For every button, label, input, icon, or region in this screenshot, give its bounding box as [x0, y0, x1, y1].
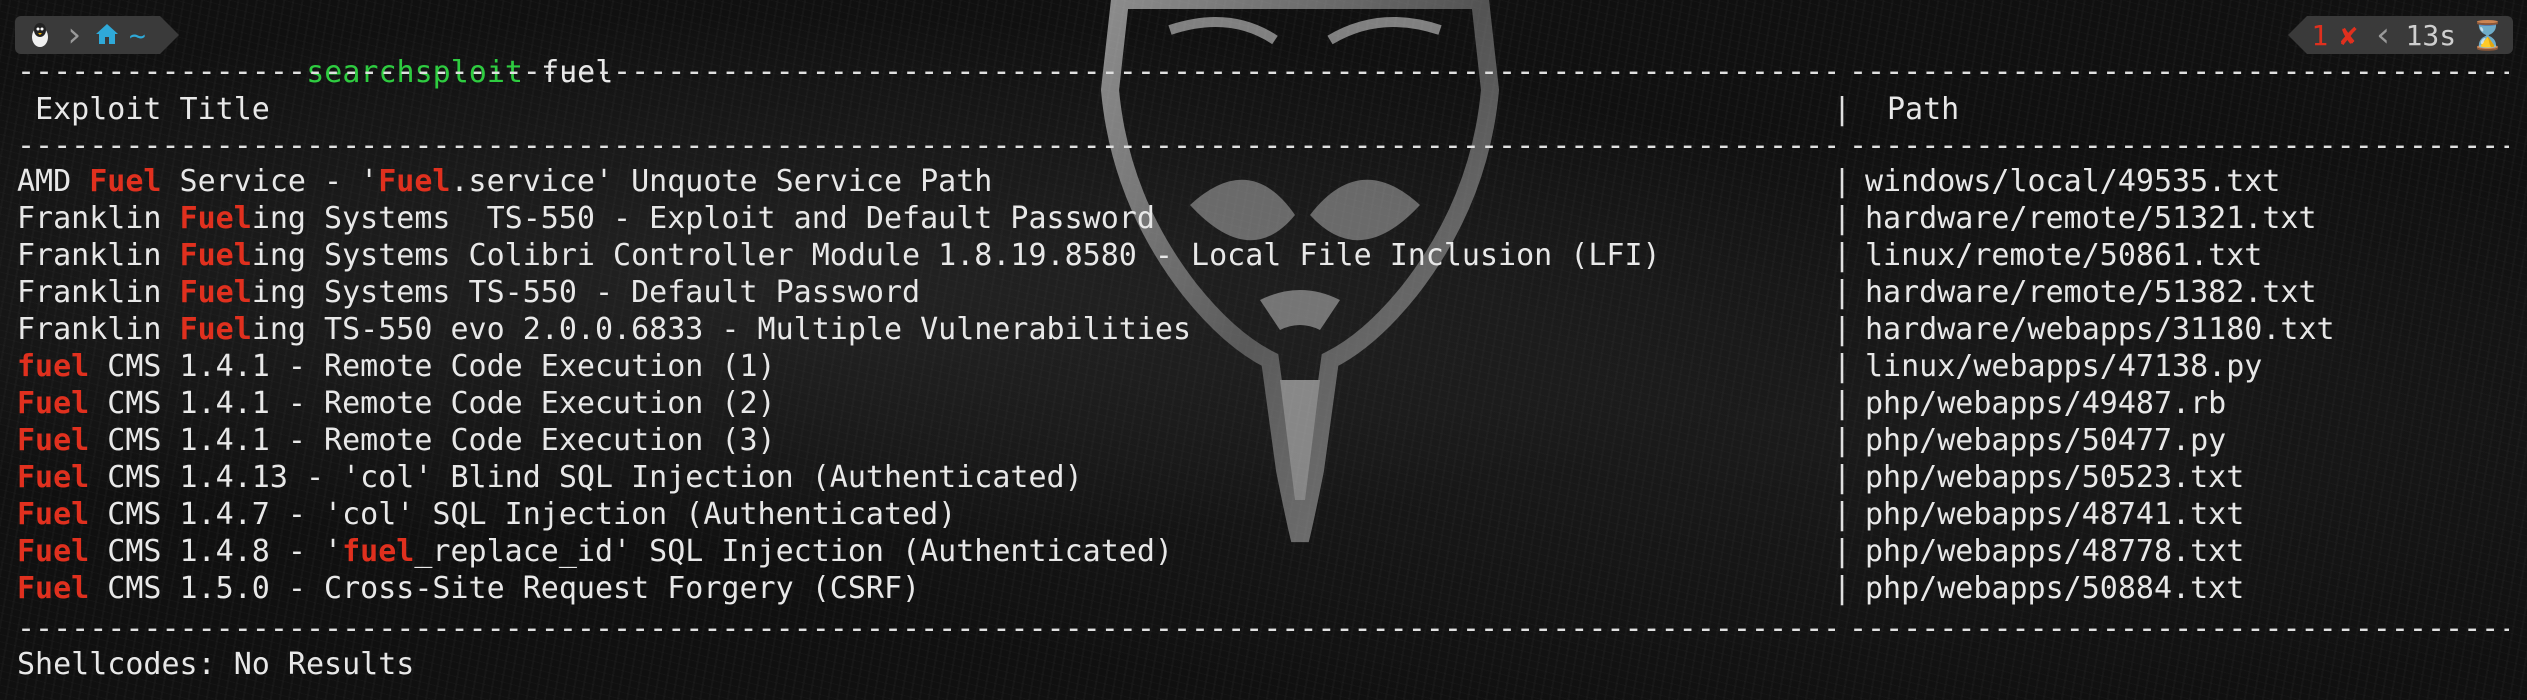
- x-icon: ✘: [2340, 18, 2358, 52]
- search-term-highlight: Fuel: [17, 571, 90, 606]
- title-text: Franklin: [17, 238, 180, 273]
- header-bottom-rule-path: ----------------------------------------…: [1849, 128, 2509, 163]
- header-top-rule-path: ----------------------------------------…: [1849, 54, 2509, 89]
- search-term-highlight: Fuel: [17, 386, 90, 421]
- search-term-highlight: fuel: [17, 349, 90, 384]
- exploit-path[interactable]: php/webapps/50884.txt: [1865, 571, 2244, 607]
- title-text: _replace_id' SQL Injection (Authenticate…: [414, 534, 1173, 569]
- directory-label: ~: [129, 18, 146, 52]
- column-separator: |: [1833, 497, 1852, 532]
- title-text: Franklin: [17, 201, 180, 236]
- column-separator: |: [1833, 534, 1852, 569]
- exploit-path[interactable]: php/webapps/50523.txt: [1865, 460, 2244, 496]
- column-separator: |: [1833, 460, 1852, 495]
- title-text: CMS 1.4.7 - 'col' SQL Injection (Authent…: [89, 497, 957, 532]
- exit-status-code: 1: [2311, 18, 2329, 52]
- chevron-left-icon: ‹: [2365, 15, 2402, 55]
- search-term-highlight: Fuel: [17, 460, 90, 495]
- column-separator: |: [1833, 423, 1852, 458]
- column-separator: |: [1833, 386, 1852, 421]
- table-row: Franklin Fueling Systems Colibri Control…: [17, 238, 1661, 274]
- search-term-highlight: Fuel: [179, 275, 252, 310]
- column-separator: |: [1833, 275, 1852, 310]
- header-top-rule: ----------------------------------------…: [17, 54, 1835, 89]
- title-text: CMS 1.4.1 - Remote Code Execution (1): [89, 349, 776, 384]
- exploit-path[interactable]: php/webapps/48741.txt: [1865, 497, 2244, 533]
- exploit-path[interactable]: php/webapps/48778.txt: [1865, 534, 2244, 570]
- column-separator: |: [1833, 92, 1852, 127]
- title-text: Franklin: [17, 275, 180, 310]
- segment-tip: [159, 16, 179, 54]
- table-row: Fuel CMS 1.4.7 - 'col' SQL Injection (Au…: [17, 497, 956, 533]
- column-separator: |: [1833, 238, 1852, 273]
- column-header-title: Exploit Title: [17, 92, 270, 128]
- right-prompt-segments: 1 ✘ ‹ 13s ⌛: [2288, 15, 2513, 55]
- exploit-path[interactable]: php/webapps/49487.rb: [1865, 386, 2226, 422]
- search-term-highlight: Fuel: [179, 238, 252, 273]
- chevron-right-icon: ›: [61, 15, 87, 55]
- table-row: Franklin Fueling TS-550 evo 2.0.0.6833 -…: [17, 312, 1191, 348]
- exploit-path[interactable]: linux/remote/50861.txt: [1865, 238, 2262, 274]
- column-separator: |: [1833, 312, 1852, 347]
- shellcodes-result: Shellcodes: No Results: [17, 647, 415, 682]
- exploit-title-header: Exploit Title: [35, 92, 270, 127]
- table-row: Fuel CMS 1.4.8 - 'fuel_replace_id' SQL I…: [17, 534, 1173, 570]
- title-text: ing Systems TS-550 - Exploit and Default…: [251, 201, 1155, 236]
- title-text: Franklin: [17, 312, 180, 347]
- table-row: Fuel CMS 1.4.1 - Remote Code Execution (…: [17, 386, 776, 422]
- segment-tip-left: [2288, 16, 2308, 54]
- title-text: CMS 1.4.8 - ': [89, 534, 343, 569]
- home-icon: [95, 19, 119, 52]
- table-row: Fuel CMS 1.4.1 - Remote Code Execution (…: [17, 423, 776, 459]
- prompt-segments: › ~: [15, 15, 179, 55]
- column-separator: |: [1833, 571, 1852, 606]
- title-text: ing TS-550 evo 2.0.0.6833 - Multiple Vul…: [251, 312, 1192, 347]
- search-term-highlight: Fuel: [17, 534, 90, 569]
- search-term-highlight: fuel: [342, 534, 415, 569]
- title-text: AMD: [17, 164, 90, 199]
- table-row: Fuel CMS 1.5.0 - Cross-Site Request Forg…: [17, 571, 920, 607]
- footer-rule-path: ----------------------------------------…: [1849, 611, 2509, 646]
- search-term-highlight: Fuel: [17, 423, 90, 458]
- table-row: Fuel CMS 1.4.13 - 'col' Blind SQL Inject…: [17, 460, 1083, 496]
- terminal-window[interactable]: › ~ searchsploit fuel 1 ✘ ‹ 13s ⌛ ------…: [0, 0, 2527, 700]
- column-separator: |: [1833, 201, 1852, 236]
- title-text: ing Systems TS-550 - Default Password: [251, 275, 921, 310]
- path-header: Path: [1887, 92, 1960, 127]
- exploit-path[interactable]: hardware/remote/51321.txt: [1865, 201, 2317, 237]
- search-term-highlight: Fuel: [89, 164, 162, 199]
- search-term-highlight: Fuel: [179, 312, 252, 347]
- table-row: AMD Fuel Service - 'Fuel.service' Unquot…: [17, 164, 992, 200]
- title-text: ing Systems Colibri Controller Module 1.…: [251, 238, 1661, 273]
- command-line[interactable]: searchsploit fuel: [234, 16, 613, 90]
- title-text: .service' Unquote Service Path: [450, 164, 993, 199]
- title-text: CMS 1.4.1 - Remote Code Execution (3): [89, 423, 776, 458]
- exit-status: 1 ✘: [2307, 16, 2366, 54]
- title-text: CMS 1.4.13 - 'col' Blind SQL Injection (…: [89, 460, 1083, 495]
- title-text: CMS 1.5.0 - Cross-Site Request Forgery (…: [89, 571, 921, 606]
- exploit-path[interactable]: hardware/remote/51382.txt: [1865, 275, 2317, 311]
- duration-label: 13s: [2405, 18, 2457, 52]
- command-duration: 13s ⌛: [2401, 16, 2513, 54]
- table-row: Franklin Fueling Systems TS-550 - Exploi…: [17, 201, 1155, 237]
- hourglass-icon: ⌛: [2470, 18, 2505, 52]
- column-separator: |: [1833, 349, 1852, 384]
- exploit-path[interactable]: windows/local/49535.txt: [1865, 164, 2280, 200]
- title-text: CMS 1.4.1 - Remote Code Execution (2): [89, 386, 776, 421]
- search-term-highlight: Fuel: [17, 497, 90, 532]
- linux-penguin-icon: [15, 16, 61, 54]
- header-bottom-rule: ----------------------------------------…: [17, 128, 1835, 163]
- search-term-highlight: Fuel: [179, 201, 252, 236]
- table-row: fuel CMS 1.4.1 - Remote Code Execution (…: [17, 349, 776, 385]
- exploit-path[interactable]: linux/webapps/47138.py: [1865, 349, 2262, 385]
- current-directory: ~: [87, 16, 160, 54]
- column-separator: |: [1833, 164, 1852, 199]
- footer-rule: ----------------------------------------…: [17, 611, 1835, 646]
- exploit-path[interactable]: php/webapps/50477.py: [1865, 423, 2226, 459]
- search-term-highlight: Fuel: [378, 164, 451, 199]
- exploit-path[interactable]: hardware/webapps/31180.txt: [1865, 312, 2335, 348]
- table-row: Franklin Fueling Systems TS-550 - Defaul…: [17, 275, 920, 311]
- title-text: Service - ': [161, 164, 379, 199]
